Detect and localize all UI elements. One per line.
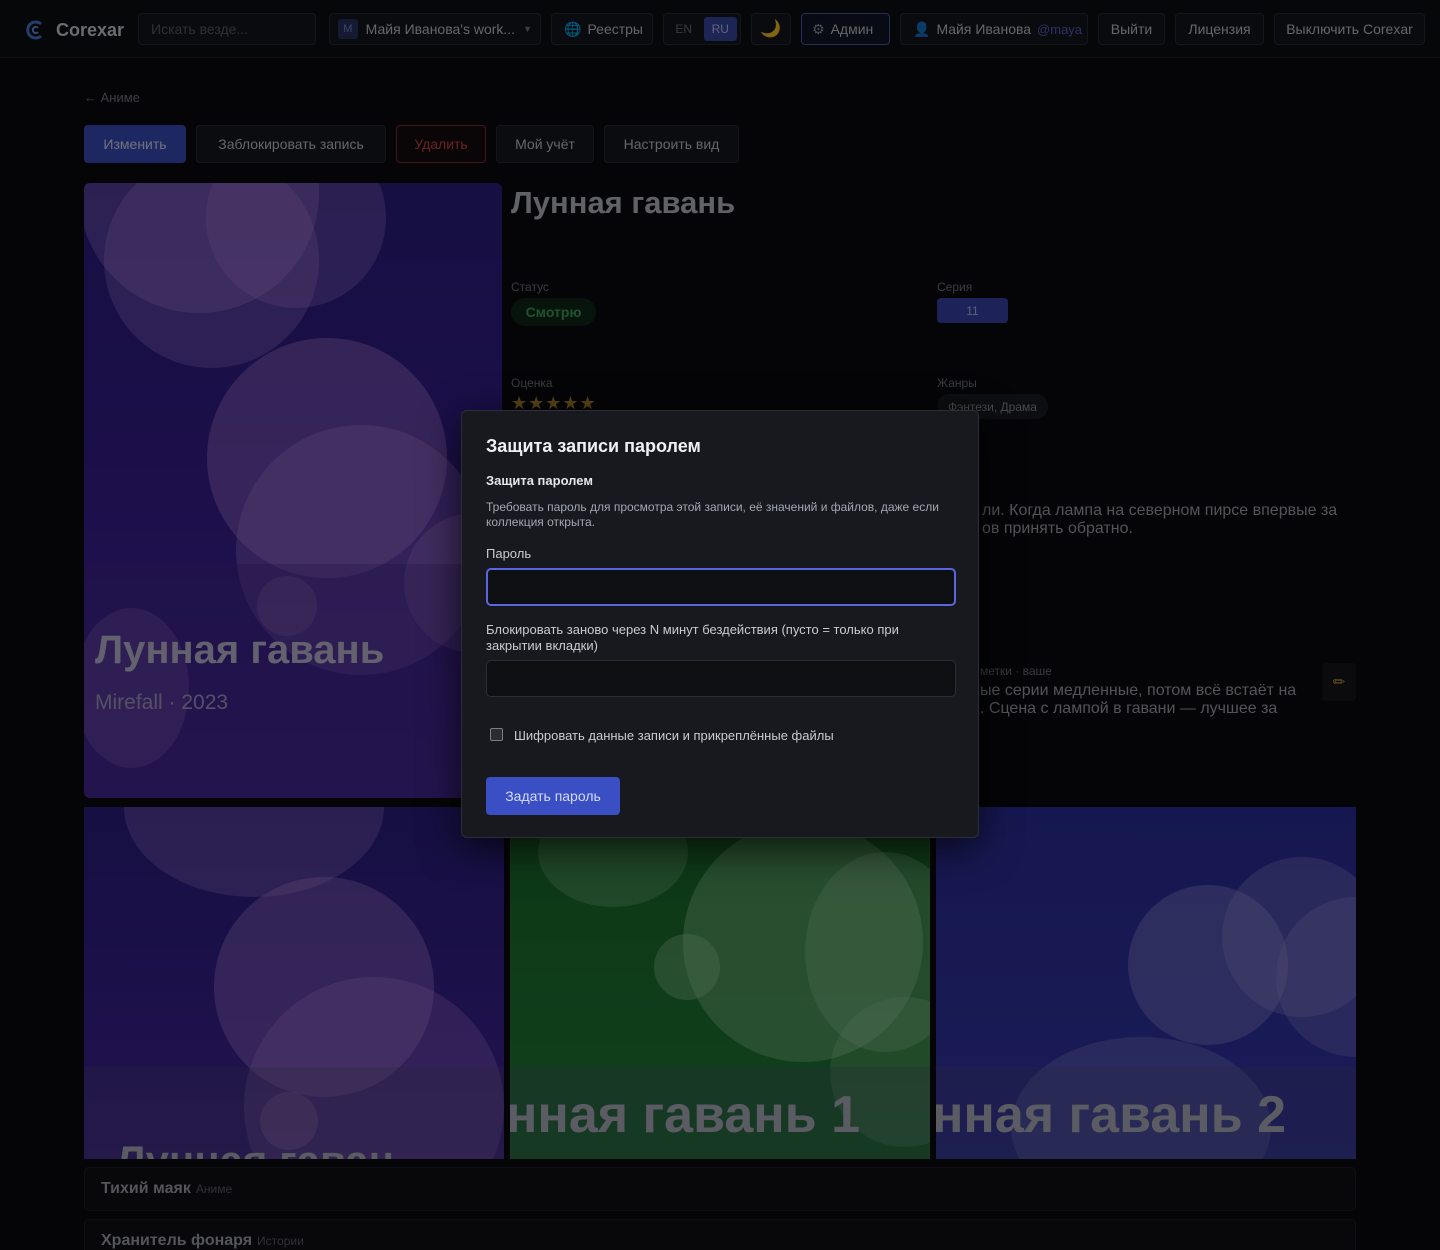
relock-minutes-input[interactable] [486,660,956,697]
dialog-title: Защита записи паролем [486,436,701,456]
relock-label: Блокировать заново через N минут бездейс… [486,622,899,653]
password-label: Пароль [486,546,532,561]
password-input[interactable] [486,568,956,606]
set-password-button[interactable]: Задать пароль [486,777,620,815]
password-protect-dialog: Защита записи паролем Защита паролем Тре… [461,410,979,838]
section-title: Защита паролем [486,473,593,488]
encrypt-checkbox[interactable] [490,728,503,741]
section-help-text: Требовать пароль для просмотра этой запи… [486,500,939,529]
encrypt-checkbox-label[interactable]: Шифровать данные записи и прикреплённые … [514,728,834,743]
